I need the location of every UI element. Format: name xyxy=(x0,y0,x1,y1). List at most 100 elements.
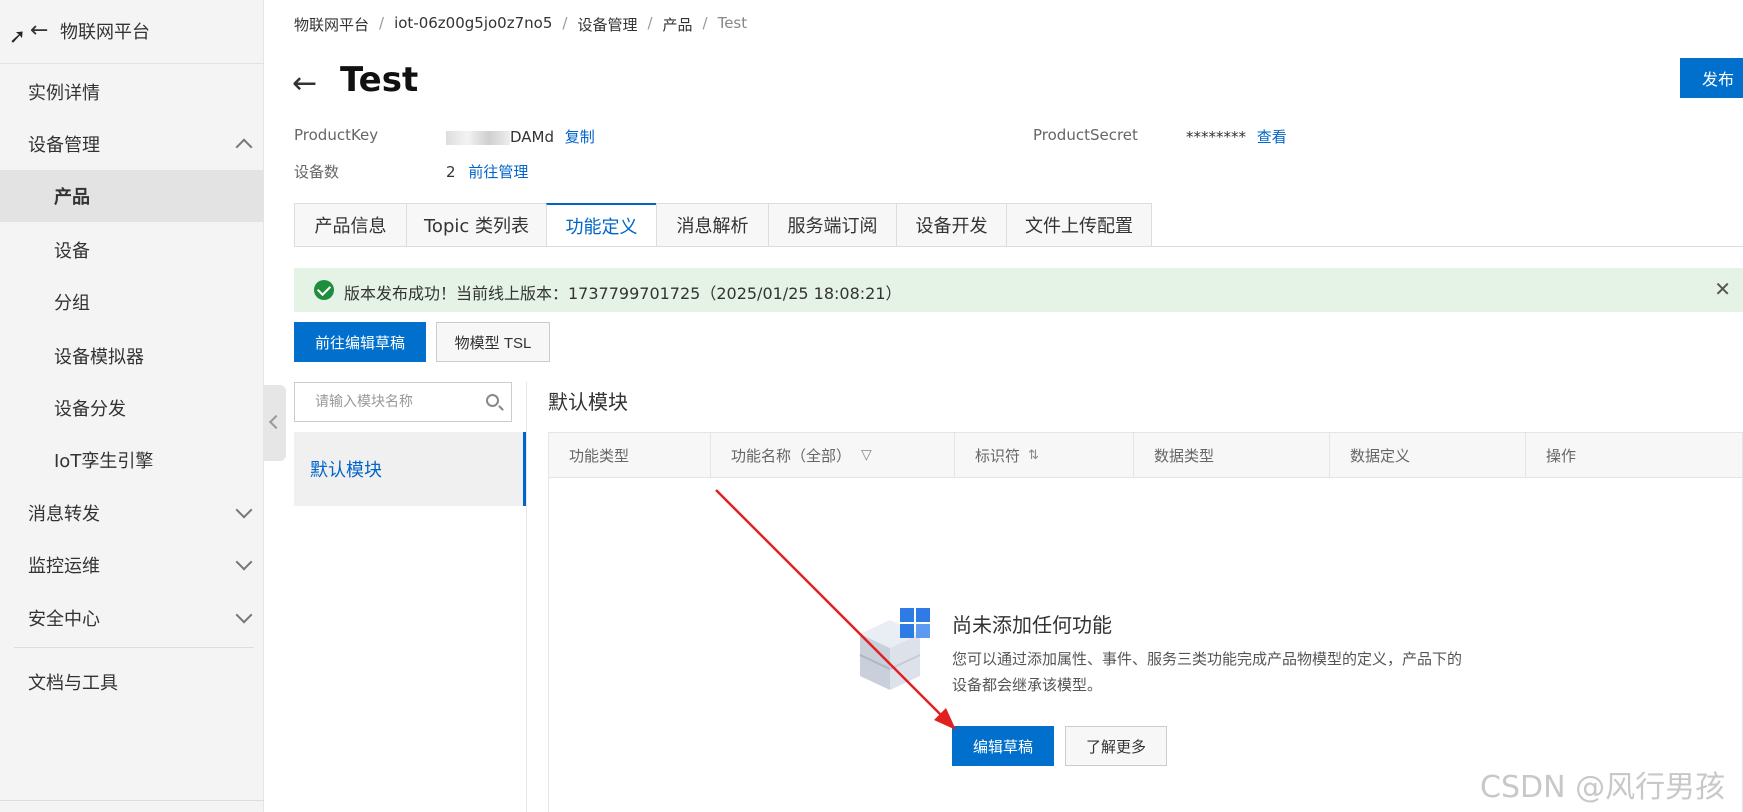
sidebar-header[interactable]: ← 物联网平台 xyxy=(0,0,264,64)
tab-function-definition[interactable]: 功能定义 xyxy=(546,203,656,247)
sidebar-item-docs-tools[interactable]: 文档与工具 xyxy=(0,656,264,708)
sidebar-item-device[interactable]: 设备 xyxy=(0,224,264,276)
breadcrumb-separator: / xyxy=(379,14,385,32)
column-data-type: 数据类型 xyxy=(1134,433,1330,477)
arrow-left-icon[interactable]: ← xyxy=(30,18,48,43)
sidebar-item-device-management[interactable]: 设备管理 xyxy=(0,118,264,170)
sidebar-item-group[interactable]: 分组 xyxy=(0,276,264,328)
masked-value xyxy=(446,130,510,145)
chevron-down-icon xyxy=(235,501,253,519)
sidebar-item-message-forwarding[interactable]: 消息转发 xyxy=(0,487,264,539)
breadcrumb-item-product[interactable]: 产品 xyxy=(663,14,693,35)
column-function-type: 功能类型 xyxy=(549,433,711,477)
sidebar-item-label: 文档与工具 xyxy=(28,673,118,694)
tab-server-subscription[interactable]: 服务端订阅 xyxy=(768,203,896,247)
sidebar-item-label: 监控运维 xyxy=(28,556,100,577)
learn-more-button[interactable]: 了解更多 xyxy=(1065,726,1167,766)
back-arrow-icon[interactable]: ← xyxy=(292,66,317,101)
product-key-label: ProductKey xyxy=(294,126,379,144)
breadcrumb-separator: / xyxy=(702,14,708,32)
view-secret-link[interactable]: 查看 xyxy=(1257,128,1287,146)
tabs-divider xyxy=(294,246,1743,247)
sidebar-item-label: IoT孪生引擎 xyxy=(54,451,154,472)
module-search xyxy=(294,382,512,422)
product-key-suffix: DAMd xyxy=(510,128,555,146)
sidebar-item-label: 设备模拟器 xyxy=(54,347,144,368)
column-identifier-label: 标识符 xyxy=(975,446,1021,465)
breadcrumb-separator: / xyxy=(562,14,568,32)
sidebar-item-iot-twin-engine[interactable]: IoT孪生引擎 xyxy=(0,434,264,486)
tab-file-upload-config[interactable]: 文件上传配置 xyxy=(1006,203,1152,247)
chevron-up-icon xyxy=(235,138,253,156)
tab-product-info[interactable]: 产品信息 xyxy=(294,203,406,247)
sidebar-item-instance-details[interactable]: 实例详情 xyxy=(0,66,264,118)
search-icon[interactable] xyxy=(486,394,499,407)
sidebar-item-label: 设备管理 xyxy=(28,135,100,156)
product-secret-mask: ******** xyxy=(1186,128,1246,146)
sidebar-divider xyxy=(0,800,264,801)
sidebar-item-label: 产品 xyxy=(54,187,90,208)
sidebar-item-label: 实例详情 xyxy=(28,83,100,104)
breadcrumb-item-device-management[interactable]: 设备管理 xyxy=(577,14,637,35)
manage-devices-link[interactable]: 前往管理 xyxy=(468,163,528,181)
tab-device-development[interactable]: 设备开发 xyxy=(896,203,1006,247)
sidebar-item-monitoring[interactable]: 监控运维 xyxy=(0,539,264,591)
alert-message: 版本发布成功！当前线上版本：1737799701725（2025/01/25 1… xyxy=(344,284,902,303)
sidebar-collapse-handle[interactable] xyxy=(264,385,286,461)
device-count-value: 2 前往管理 xyxy=(446,161,528,182)
device-count-number: 2 xyxy=(446,163,456,181)
sidebar-title[interactable]: 物联网平台 xyxy=(60,18,150,44)
close-icon[interactable]: ✕ xyxy=(1714,277,1731,301)
sidebar-item-label: 设备分发 xyxy=(54,399,126,420)
sidebar-divider xyxy=(14,647,254,648)
sidebar-item-label: 消息转发 xyxy=(28,504,100,525)
tsl-button[interactable]: 物模型 TSL xyxy=(436,322,550,362)
chevron-down-icon xyxy=(235,606,253,624)
tab-bar: 产品信息 Topic 类列表 功能定义 消息解析 服务端订阅 设备开发 文件上传… xyxy=(294,203,1152,247)
sidebar-item-product[interactable]: 产品 xyxy=(0,170,264,222)
chevron-left-icon xyxy=(268,414,284,430)
edit-draft-button[interactable]: 前往编辑草稿 xyxy=(294,322,426,362)
empty-title: 尚未添加任何功能 xyxy=(952,613,1112,637)
empty-description: 您可以通过添加属性、事件、服务三类功能完成产品物模型的定义，产品下的设备都会继承… xyxy=(952,650,1463,694)
module-divider xyxy=(526,382,527,812)
sidebar-item-label: 安全中心 xyxy=(28,609,100,630)
module-item-default[interactable]: 默认模块 xyxy=(294,432,526,506)
mouse-cursor-icon: ➚ xyxy=(9,24,26,48)
column-function-name-label: 功能名称（全部） xyxy=(731,446,852,465)
breadcrumb: 物联网平台 / iot-06z00g5jo0z7no5 / 设备管理 / 产品 … xyxy=(294,14,747,35)
column-identifier[interactable]: 标识符 ⇅ xyxy=(955,433,1134,477)
section-title: 默认模块 xyxy=(548,390,628,414)
success-alert: 版本发布成功！当前线上版本：1737799701725（2025/01/25 1… xyxy=(294,268,1743,312)
empty-cube-illustration xyxy=(859,608,930,690)
page-title: Test xyxy=(340,60,419,100)
column-function-name[interactable]: 功能名称（全部） ▽ xyxy=(711,433,955,477)
chevron-down-icon xyxy=(235,553,253,571)
sidebar: ← 物联网平台 ➚ 实例详情 设备管理 产品 设备 分组 设备模拟器 设备分发 … xyxy=(0,0,264,812)
breadcrumb-separator: / xyxy=(647,14,653,32)
watermark: CSDN @风行男孩 xyxy=(1480,770,1726,805)
sort-icon[interactable]: ⇅ xyxy=(1028,448,1039,463)
column-data-definition: 数据定义 xyxy=(1330,433,1526,477)
tab-topic-list[interactable]: Topic 类列表 xyxy=(406,203,546,247)
check-circle-icon xyxy=(314,280,334,300)
tab-message-parsing[interactable]: 消息解析 xyxy=(656,203,768,247)
breadcrumb-item-instance[interactable]: iot-06z00g5jo0z7no5 xyxy=(394,14,552,35)
copy-link[interactable]: 复制 xyxy=(565,128,595,146)
device-count-label: 设备数 xyxy=(294,163,340,181)
edit-draft-empty-button[interactable]: 编辑草稿 xyxy=(952,726,1054,766)
sidebar-item-label: 分组 xyxy=(54,293,90,314)
module-search-input[interactable] xyxy=(295,383,465,421)
column-actions: 操作 xyxy=(1546,446,1577,465)
publish-button[interactable]: 发布 xyxy=(1680,58,1743,98)
sidebar-item-security-center[interactable]: 安全中心 xyxy=(0,592,264,644)
table-header: 功能类型 功能名称（全部） ▽ 标识符 ⇅ 数据类型 数据定义 操作 xyxy=(548,432,1743,478)
sidebar-item-label: 设备 xyxy=(54,241,90,262)
product-secret-value: ******** 查看 xyxy=(1186,126,1287,147)
sidebar-item-device-distribution[interactable]: 设备分发 xyxy=(0,382,264,434)
sidebar-item-device-simulator[interactable]: 设备模拟器 xyxy=(0,330,264,382)
breadcrumb-item-platform[interactable]: 物联网平台 xyxy=(294,14,369,35)
breadcrumb-item-current: Test xyxy=(717,14,748,32)
filter-icon[interactable]: ▽ xyxy=(861,447,872,463)
product-key-value: DAMd 复制 xyxy=(446,126,595,147)
